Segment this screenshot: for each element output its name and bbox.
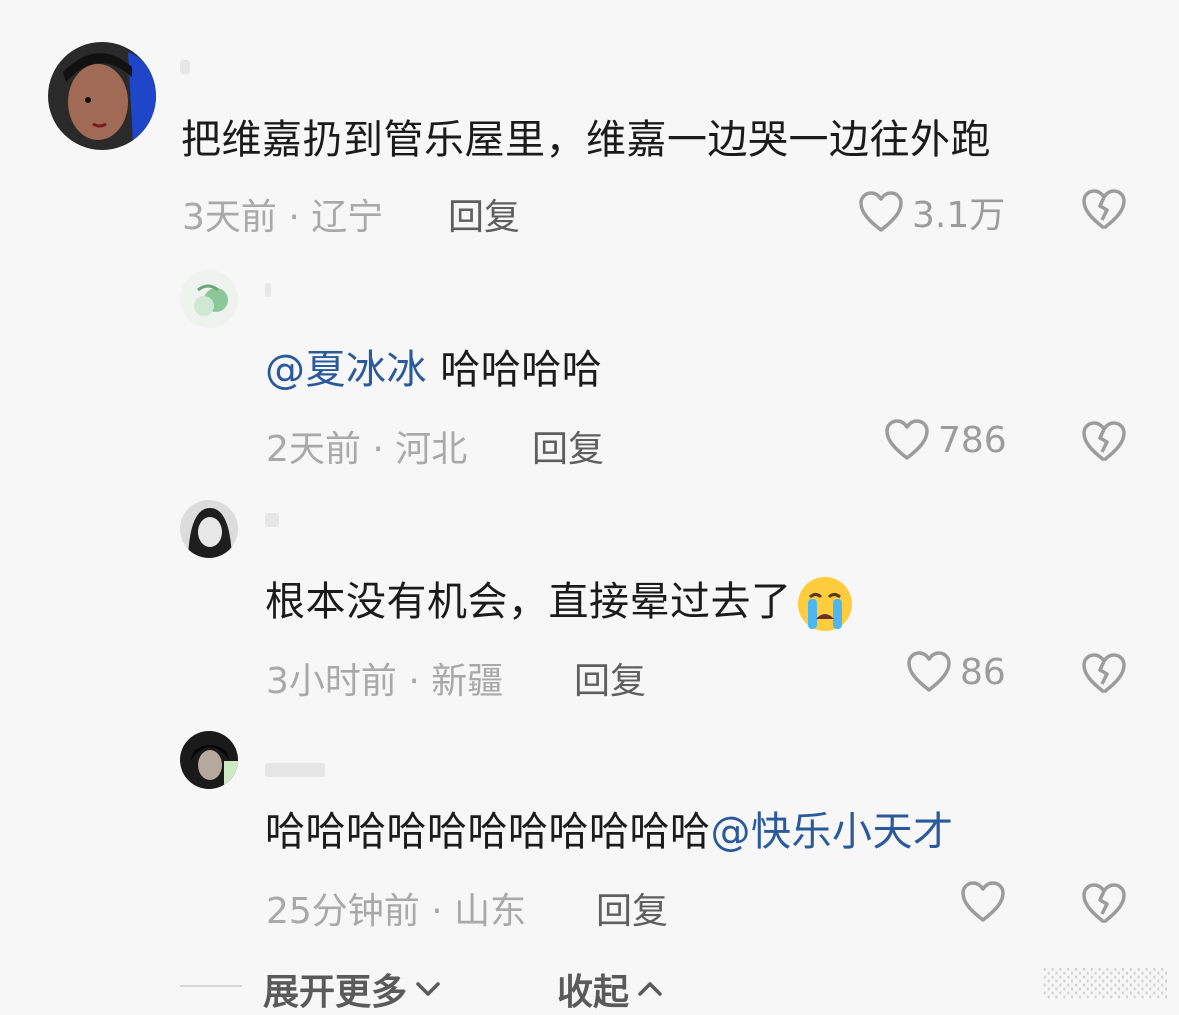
username[interactable] [265, 763, 325, 777]
heart-icon [961, 881, 1005, 922]
like-count: 3.1万 [912, 195, 1006, 236]
like-count: 786 [938, 419, 1007, 461]
comment-text-body: 哈哈哈哈哈哈哈哈哈哈哈 [265, 809, 711, 855]
comment-time-location: 2天前 · 河北 [266, 429, 468, 470]
crying-face-icon [797, 577, 852, 631]
username[interactable] [180, 60, 190, 74]
avatar[interactable] [180, 270, 238, 328]
comment-text-body: 根本没有机会，直接晕过去了 [265, 579, 792, 625]
dislike-button[interactable] [1080, 882, 1128, 926]
mention-link[interactable]: @夏冰冰 [265, 347, 427, 393]
dislike-button[interactable] [1080, 652, 1128, 696]
dislike-button[interactable] [1080, 188, 1128, 232]
dislike-button[interactable] [1080, 420, 1128, 464]
comment-text: 把维嘉扔到管乐屋里，维嘉一边哭一边往外跑 [181, 117, 991, 163]
mention-link[interactable]: @快乐小天才 [711, 809, 954, 855]
username[interactable] [265, 283, 271, 297]
avatar[interactable] [48, 42, 156, 150]
watermark: ░░░░░░░░ [1043, 969, 1169, 999]
heart-icon [907, 651, 951, 692]
expand-more-label: 展开更多 [263, 972, 408, 1013]
reply-button[interactable]: 回复 [574, 652, 646, 704]
comment-text: 根本没有机会，直接晕过去了 [265, 575, 854, 633]
comment-text: 哈哈哈哈哈哈哈哈哈哈哈@快乐小天才 [265, 805, 954, 859]
avatar[interactable] [180, 500, 238, 558]
like-button[interactable]: 786 [884, 418, 1007, 462]
comment-text-body: 哈哈哈哈 [427, 347, 603, 393]
collapse-button[interactable]: 收起 [557, 963, 663, 1015]
like-count: 86 [960, 651, 1006, 693]
reply-button[interactable]: 回复 [448, 188, 520, 240]
avatar[interactable] [180, 731, 238, 789]
like-button[interactable]: 3.1万 [858, 186, 1005, 238]
comment-time-location: 3天前 · 辽宁 [182, 197, 384, 238]
broken-heart-icon [1082, 421, 1126, 462]
username[interactable] [265, 513, 279, 527]
comment-text: @夏冰冰 哈哈哈哈 [265, 343, 602, 397]
chevron-down-icon [416, 982, 440, 996]
reply-button[interactable]: 回复 [532, 420, 604, 472]
collapse-label: 收起 [557, 972, 630, 1013]
expand-more-button[interactable]: 展开更多 [263, 963, 441, 1015]
broken-heart-icon [1082, 189, 1126, 230]
like-button[interactable] [960, 880, 1014, 924]
like-button[interactable]: 86 [906, 650, 1006, 694]
heart-icon [859, 191, 903, 232]
divider [180, 985, 242, 987]
comment-time-location: 3小时前 · 新疆 [266, 661, 504, 702]
heart-icon [885, 419, 929, 460]
replies-footer: 展开更多 收起 ░░░░░░░░ [0, 955, 1179, 1015]
comment-time-location: 25分钟前 · 山东 [266, 891, 527, 932]
broken-heart-icon [1082, 653, 1126, 694]
broken-heart-icon [1082, 883, 1126, 924]
chevron-up-icon [638, 982, 662, 996]
reply-button[interactable]: 回复 [596, 882, 668, 934]
